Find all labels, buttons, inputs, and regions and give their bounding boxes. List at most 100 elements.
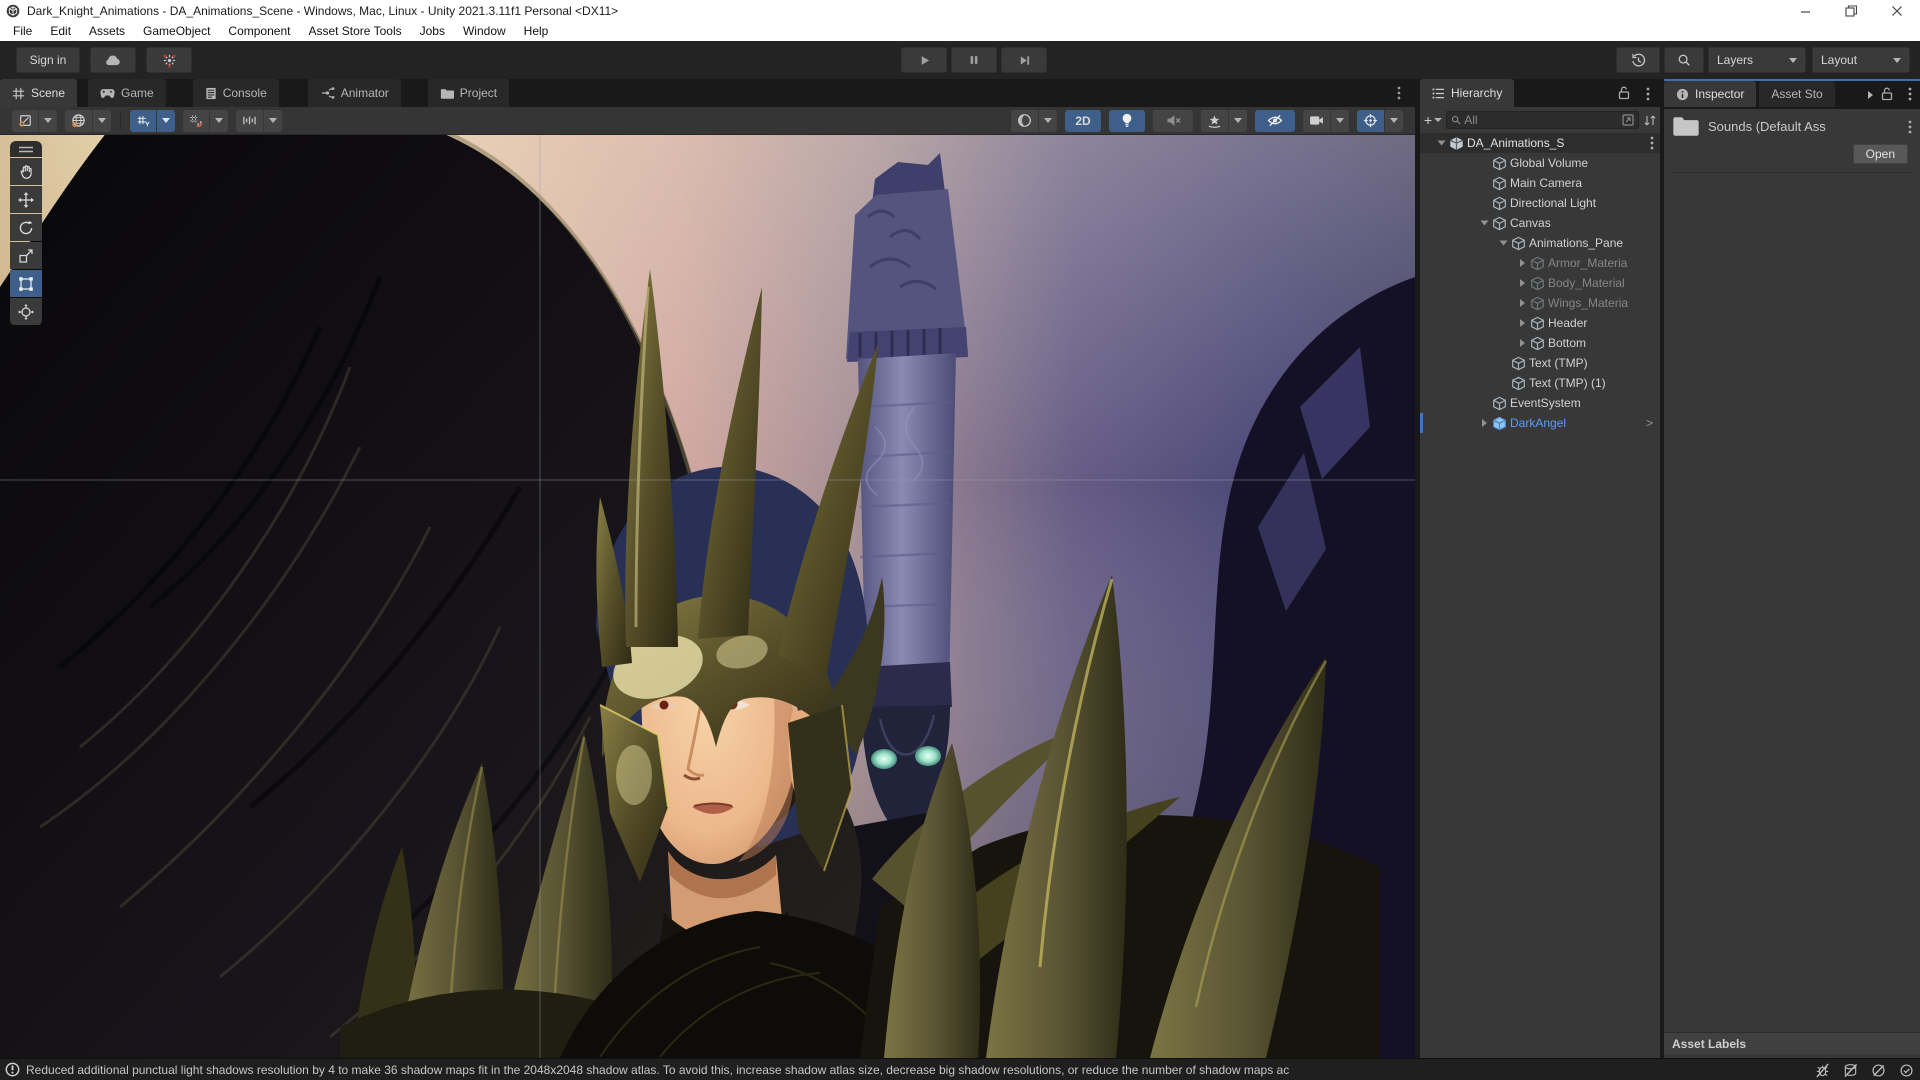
hierarchy-item-darkangel[interactable]: DarkAngel > [1420, 413, 1660, 433]
hierarchy-item-main-camera[interactable]: Main Camera [1420, 173, 1660, 193]
tab-console[interactable]: Console [192, 79, 279, 107]
gizmo-icon [1363, 113, 1378, 128]
hierarchy-menu-icon[interactable] [1646, 87, 1650, 101]
collab-disabled-icon[interactable] [1871, 1063, 1886, 1078]
scale-tool-button[interactable] [10, 242, 42, 269]
tab-project[interactable]: Project [427, 79, 510, 107]
layers-dropdown[interactable]: Layers [1708, 47, 1806, 73]
tool-handle-rotation-dropdown[interactable] [65, 109, 111, 132]
menu-item[interactable]: Component [219, 22, 299, 41]
expand-arrow-icon[interactable] [1434, 136, 1448, 150]
hierarchy-lock-icon[interactable] [1618, 86, 1630, 100]
camera-settings-dropdown[interactable] [1303, 109, 1349, 132]
services-button[interactable] [146, 47, 192, 73]
play-button[interactable] [901, 47, 947, 73]
menu-item[interactable]: Jobs [411, 22, 454, 41]
menu-item[interactable]: Asset Store Tools [299, 22, 410, 41]
menu-item[interactable]: Edit [41, 22, 80, 41]
expand-arrow-icon[interactable] [1515, 336, 1529, 350]
gizmos-dropdown[interactable] [1357, 109, 1403, 132]
hierarchy-item-global-volume[interactable]: Global Volume [1420, 153, 1660, 173]
progress-ok-icon[interactable] [1899, 1063, 1914, 1078]
sign-in-button[interactable]: Sign in [16, 47, 80, 73]
grid-snapping-dropdown[interactable] [130, 109, 175, 132]
tool-handle-position-dropdown[interactable] [12, 109, 57, 132]
sort-icon[interactable] [1643, 114, 1657, 127]
menu-item[interactable]: GameObject [134, 22, 219, 41]
snap-increment-dropdown[interactable] [183, 109, 228, 132]
search-icon [1677, 53, 1691, 67]
status-bar[interactable]: Reduced additional punctual light shadow… [0, 1058, 1920, 1080]
inspector-menu-icon[interactable] [1908, 87, 1912, 101]
transform-tool-button[interactable] [10, 298, 42, 325]
expand-arrow-icon[interactable] [1477, 416, 1491, 430]
undo-history-button[interactable] [1616, 47, 1660, 73]
hierarchy-item-eventsystem[interactable]: EventSystem [1420, 393, 1660, 413]
prefab-open-chevron[interactable]: > [1646, 416, 1653, 430]
expand-arrow-icon[interactable] [1496, 236, 1510, 250]
snap-settings-dropdown[interactable] [236, 109, 282, 132]
minimize-button[interactable] [1782, 0, 1828, 22]
menu-item[interactable]: Assets [80, 22, 134, 41]
hierarchy-item-canvas[interactable]: Canvas [1420, 213, 1660, 233]
effects-dropdown[interactable] [1201, 109, 1247, 132]
close-button[interactable] [1874, 0, 1920, 22]
menu-item[interactable]: File [4, 22, 41, 41]
hierarchy-item-body-material[interactable]: Body_Material [1420, 273, 1660, 293]
expand-arrow-icon[interactable] [1515, 316, 1529, 330]
tab-scroll-right-icon[interactable] [1867, 90, 1874, 100]
chevron-down-icon [1893, 57, 1901, 63]
inspector-lock-icon[interactable] [1881, 87, 1893, 101]
scene-row-menu-icon[interactable] [1650, 136, 1654, 150]
hierarchy-item-bottom[interactable]: Bottom [1420, 333, 1660, 353]
expand-arrow-icon[interactable] [1515, 296, 1529, 310]
cloud-button[interactable] [90, 47, 136, 73]
tab-game[interactable]: Game [88, 79, 166, 107]
hierarchy-search-input[interactable] [1464, 113, 1620, 127]
expand-arrow-icon[interactable] [1515, 276, 1529, 290]
asset-labels-bar[interactable]: Asset Labels [1664, 1032, 1920, 1054]
search-button[interactable] [1664, 47, 1704, 73]
tab-asset-store[interactable]: Asset Sto [1759, 81, 1835, 107]
open-asset-button[interactable]: Open [1852, 144, 1908, 164]
scene-panel: Scene Game Console Animator Project 2D [0, 79, 1415, 1058]
search-in-scene-icon[interactable] [1622, 114, 1634, 126]
audio-mute-button[interactable] [1153, 109, 1193, 132]
step-button[interactable] [1001, 47, 1047, 73]
tab-scene[interactable]: Scene [0, 79, 78, 107]
tab-hierarchy[interactable]: Hierarchy [1420, 79, 1515, 107]
hierarchy-item-text-tmp-[interactable]: Text (TMP) [1420, 353, 1660, 373]
hierarchy-item-wings-materia[interactable]: Wings_Materia [1420, 293, 1660, 313]
layout-dropdown[interactable]: Layout [1812, 47, 1910, 73]
tab-animator[interactable]: Animator [307, 79, 401, 107]
menu-item[interactable]: Window [454, 22, 515, 41]
hierarchy-item-header[interactable]: Header [1420, 313, 1660, 333]
toggle-2d-button[interactable]: 2D [1065, 109, 1101, 132]
hierarchy-item-animations-pane[interactable]: Animations_Pane [1420, 233, 1660, 253]
scene-visibility-button[interactable] [1255, 109, 1295, 132]
hand-tool-button[interactable] [10, 158, 42, 185]
scene-tab-menu-icon[interactable] [1397, 86, 1401, 100]
hierarchy-item-armor-materia[interactable]: Armor_Materia [1420, 253, 1660, 273]
tool-strip-drag-handle[interactable] [10, 141, 42, 157]
draw-mode-dropdown[interactable] [1011, 109, 1057, 132]
asset-header-menu-icon[interactable] [1908, 120, 1912, 134]
rotate-tool-button[interactable] [10, 214, 42, 241]
add-gameobject-button[interactable]: + [1424, 111, 1443, 129]
scene-lighting-button[interactable] [1109, 109, 1145, 132]
debugger-disabled-icon[interactable] [1815, 1062, 1830, 1078]
pause-button[interactable] [951, 47, 997, 73]
hierarchy-item-text-tmp-1-[interactable]: Text (TMP) (1) [1420, 373, 1660, 393]
cache-server-disconnected-icon[interactable] [1843, 1063, 1858, 1078]
expand-arrow-icon[interactable] [1515, 256, 1529, 270]
move-tool-button[interactable] [10, 186, 42, 213]
scene-viewport[interactable]: 2D [0, 107, 1415, 1058]
rect-tool-button[interactable] [10, 270, 42, 297]
tab-inspector[interactable]: Inspector [1664, 81, 1757, 107]
restore-button[interactable] [1828, 0, 1874, 22]
menu-item[interactable]: Help [515, 22, 558, 41]
hierarchy-item-directional-light[interactable]: Directional Light [1420, 193, 1660, 213]
hierarchy-search-field[interactable] [1446, 111, 1640, 129]
expand-arrow-icon[interactable] [1477, 216, 1491, 230]
hierarchy-item-da-animations-s[interactable]: DA_Animations_S [1420, 133, 1660, 153]
